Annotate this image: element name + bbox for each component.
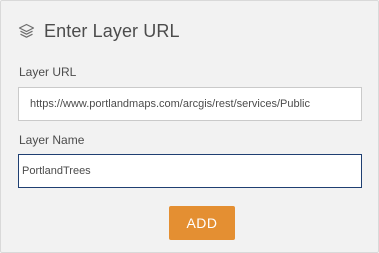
layer-name-input[interactable] (18, 154, 362, 188)
layer-name-label: Layer Name (19, 133, 85, 147)
panel-title: Enter Layer URL (44, 20, 180, 41)
layer-url-label: Layer URL (19, 65, 77, 79)
panel-header: Enter Layer URL (18, 19, 180, 43)
enter-layer-url-panel: Enter Layer URL Layer URL Layer Name ADD (0, 0, 379, 253)
add-button[interactable]: ADD (169, 206, 235, 240)
layer-url-input[interactable] (18, 87, 362, 121)
layers-icon (18, 23, 35, 40)
